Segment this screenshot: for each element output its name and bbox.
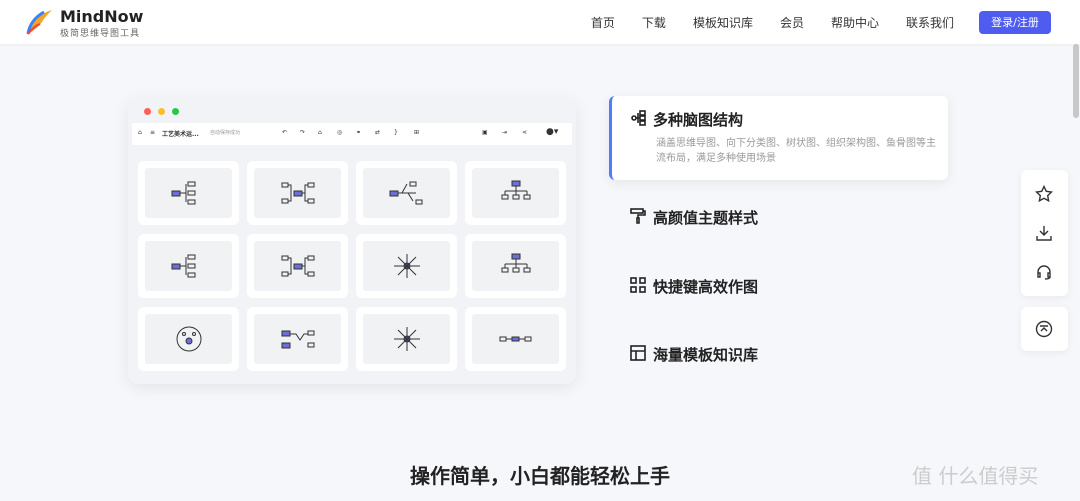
template-thumbnail [254,241,341,291]
feature-title[interactable]: 高颜值主题样式 [653,207,758,228]
undo-icon: ↶ [282,129,288,136]
grid-icon [630,277,646,293]
feature-card-active[interactable]: 多种脑图结构 涵盖思维导图、向下分类图、树状图、组织架构图、鱼骨图等主流布局，满… [609,96,948,180]
redo-icon: ↷ [300,129,306,136]
template-thumbnail [472,314,559,364]
insert-icon: ⊞ [414,129,420,136]
template-card[interactable] [356,234,457,298]
menu-icon: ≡ [150,129,156,136]
nav-item-contact[interactable]: 联系我们 [906,14,954,31]
mindmap-layout-icon [499,336,531,342]
window-controls [144,108,179,115]
template-card[interactable] [138,307,239,371]
brand-name[interactable]: MindNow [60,7,143,26]
structure-icon [631,110,646,126]
template-card[interactable] [465,307,566,371]
nav-item-templates[interactable]: 模板知识库 [693,14,753,31]
mindmap-layout-icon [171,254,195,278]
floating-toolbar [1021,170,1068,296]
feature-title: 多种脑图结构 [653,111,744,129]
watermark: 值 什么值得买 [912,464,1039,488]
brand-tagline: 极简思维导图工具 [60,29,141,39]
template-thumbnail [145,168,232,218]
avatar[interactable]: ●▾ [546,127,558,137]
star-icon[interactable] [1035,185,1053,203]
node-icon: ⌂ [318,129,322,136]
mindmap-layout-icon [393,327,420,351]
summary-icon: } [394,129,398,136]
template-thumbnail [472,168,559,218]
file-name: 工艺美术运... [162,131,199,138]
template-thumbnail [254,168,341,218]
mindmap-layout-icon [393,254,420,278]
share-icon: ⋖ [522,129,528,136]
nav-item-help[interactable]: 帮助中心 [831,14,879,31]
minimize-dot [158,108,165,115]
logo-icon [26,10,52,35]
template-card[interactable] [247,307,348,371]
template-grid [138,161,566,371]
feature-title[interactable]: 海量模板知识库 [653,344,758,365]
nav-menu: 首页 下载 模板知识库 会员 帮助中心 联系我们 [564,14,954,31]
mindmap-layout-icon [171,181,195,205]
mindmap-layout-icon [501,253,530,273]
back-to-top-panel [1021,307,1068,351]
top-nav: MindNow 极简思维导图工具 首页 下载 模板知识库 会员 帮助中心 联系我… [0,0,1080,44]
template-thumbnail [363,241,450,291]
template-thumbnail [363,168,450,218]
subnode-icon: ◎ [337,129,343,136]
mindmap-layout-icon [389,181,422,205]
template-card[interactable] [465,161,566,225]
template-card[interactable] [247,161,348,225]
login-button[interactable]: 登录/注册 [979,11,1051,34]
mindmap-layout-icon [501,180,530,200]
headset-icon[interactable] [1035,263,1053,281]
mindmap-layout-icon [176,326,201,352]
mindmap-layout-icon [281,255,314,277]
template-card[interactable] [465,234,566,298]
close-dot [144,108,151,115]
scrollbar[interactable] [1073,44,1079,118]
template-thumbnail [254,314,341,364]
template-thumbnail [145,314,232,364]
app-toolbar: ⌂ ≡ 工艺美术运... 自动保存成功 ↶ ↷ ⌂ ◎ ⚭ ⇄ } ⊞ ▣ ⇥ … [132,123,572,145]
nav-item-download[interactable]: 下载 [642,14,666,31]
template-thumbnail [145,241,232,291]
template-thumbnail [472,241,559,291]
maximize-dot [172,108,179,115]
back-to-top-icon[interactable] [1035,320,1053,338]
template-card[interactable] [356,307,457,371]
template-card[interactable] [138,161,239,225]
relation-icon: ⇄ [375,129,381,136]
paint-roller-icon [630,208,646,224]
feature-description: 涵盖思维导图、向下分类图、树状图、组织架构图、鱼骨图等主流布局，满足多种使用场景 [656,138,936,164]
template-card[interactable] [356,161,457,225]
template-card[interactable] [138,234,239,298]
export-icon: ⇥ [502,129,508,136]
feature-title[interactable]: 快捷键高效作图 [653,276,758,297]
mindmap-layout-icon [281,330,314,349]
save-icon: ▣ [482,129,488,136]
download-icon[interactable] [1035,224,1053,242]
link-icon: ⚭ [356,129,362,136]
app-preview-window: ⌂ ≡ 工艺美术运... 自动保存成功 ↶ ↷ ⌂ ◎ ⚭ ⇄ } ⊞ ▣ ⇥ … [128,98,576,384]
mindmap-layout-icon [281,182,314,204]
template-thumbnail [363,314,450,364]
save-status: 自动保存成功 [210,130,241,136]
home-icon: ⌂ [138,129,142,136]
template-card[interactable] [247,234,348,298]
nav-item-membership[interactable]: 会员 [780,14,804,31]
nav-item-home[interactable]: 首页 [591,14,615,31]
layout-icon [630,345,646,361]
